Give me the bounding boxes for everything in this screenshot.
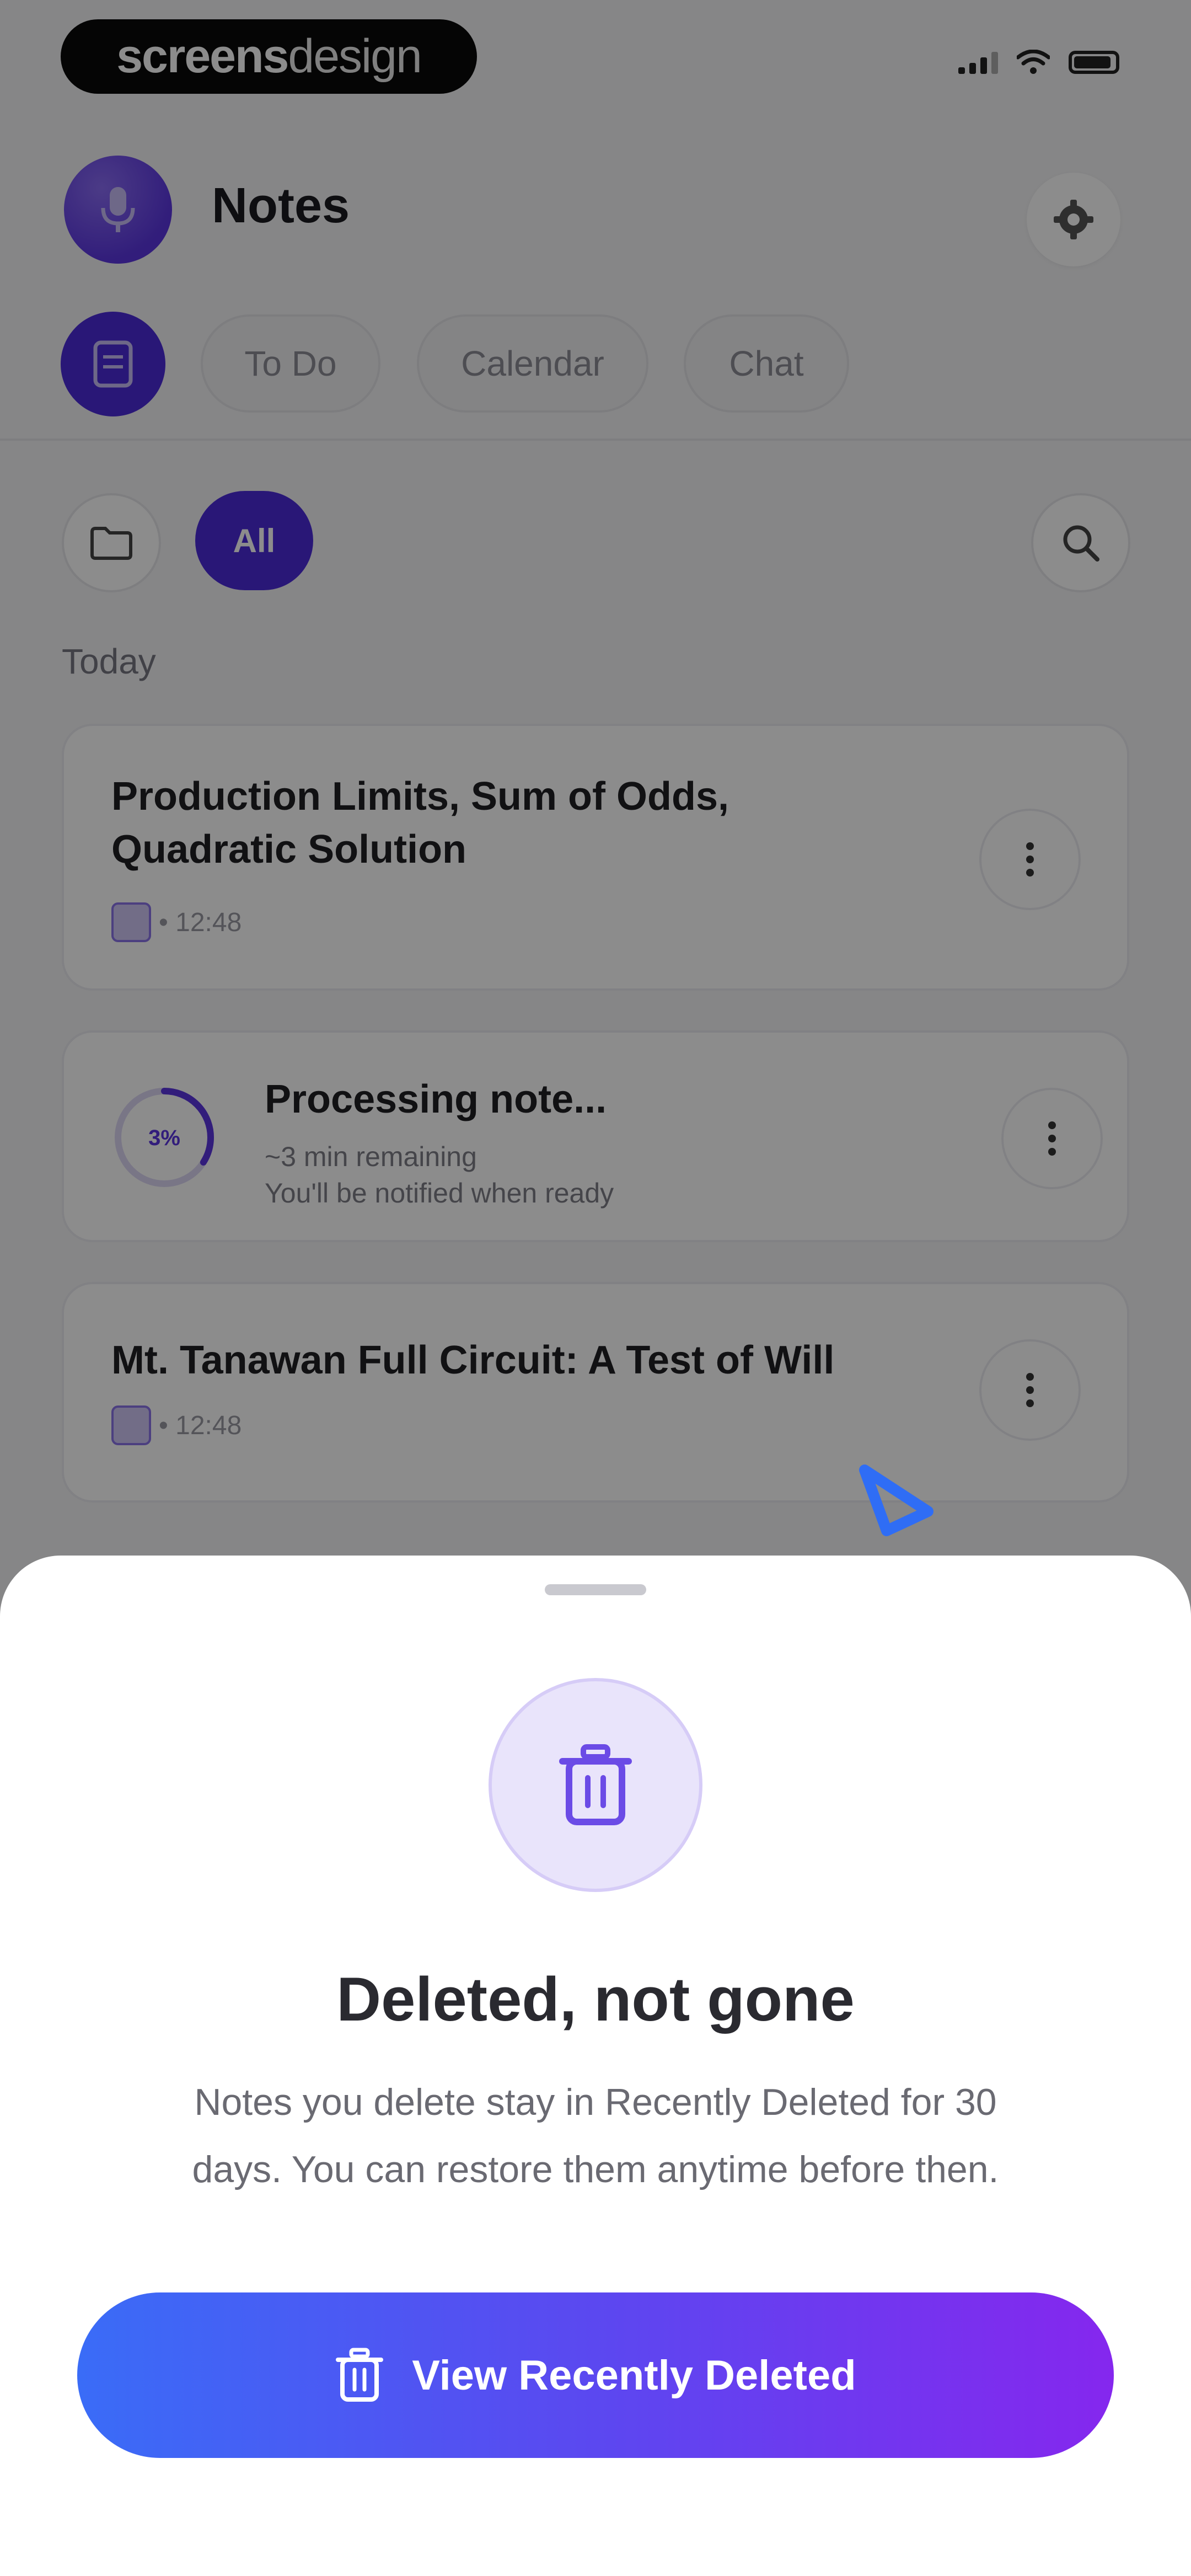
trash-outline-icon [336, 2348, 384, 2402]
sheet-body-line1: Notes you delete stay in Recently Delete… [194, 2081, 997, 2123]
sheet-body-line2: days. You can restore them anytime befor… [192, 2149, 999, 2190]
cta-label: View Recently Deleted [412, 2351, 856, 2399]
view-recently-deleted-button[interactable]: View Recently Deleted [77, 2292, 1114, 2458]
sheet-drag-handle[interactable] [545, 1584, 646, 1595]
deleted-info-sheet: Deleted, not gone Notes you delete stay … [0, 1556, 1191, 2576]
sheet-body: Notes you delete stay in Recently Delete… [94, 2069, 1097, 2203]
trash-icon [559, 1744, 632, 1825]
sheet-title: Deleted, not gone [336, 1965, 855, 2034]
sheet-icon-badge [489, 1678, 702, 1892]
cursor-pointer-icon [859, 1465, 934, 1536]
